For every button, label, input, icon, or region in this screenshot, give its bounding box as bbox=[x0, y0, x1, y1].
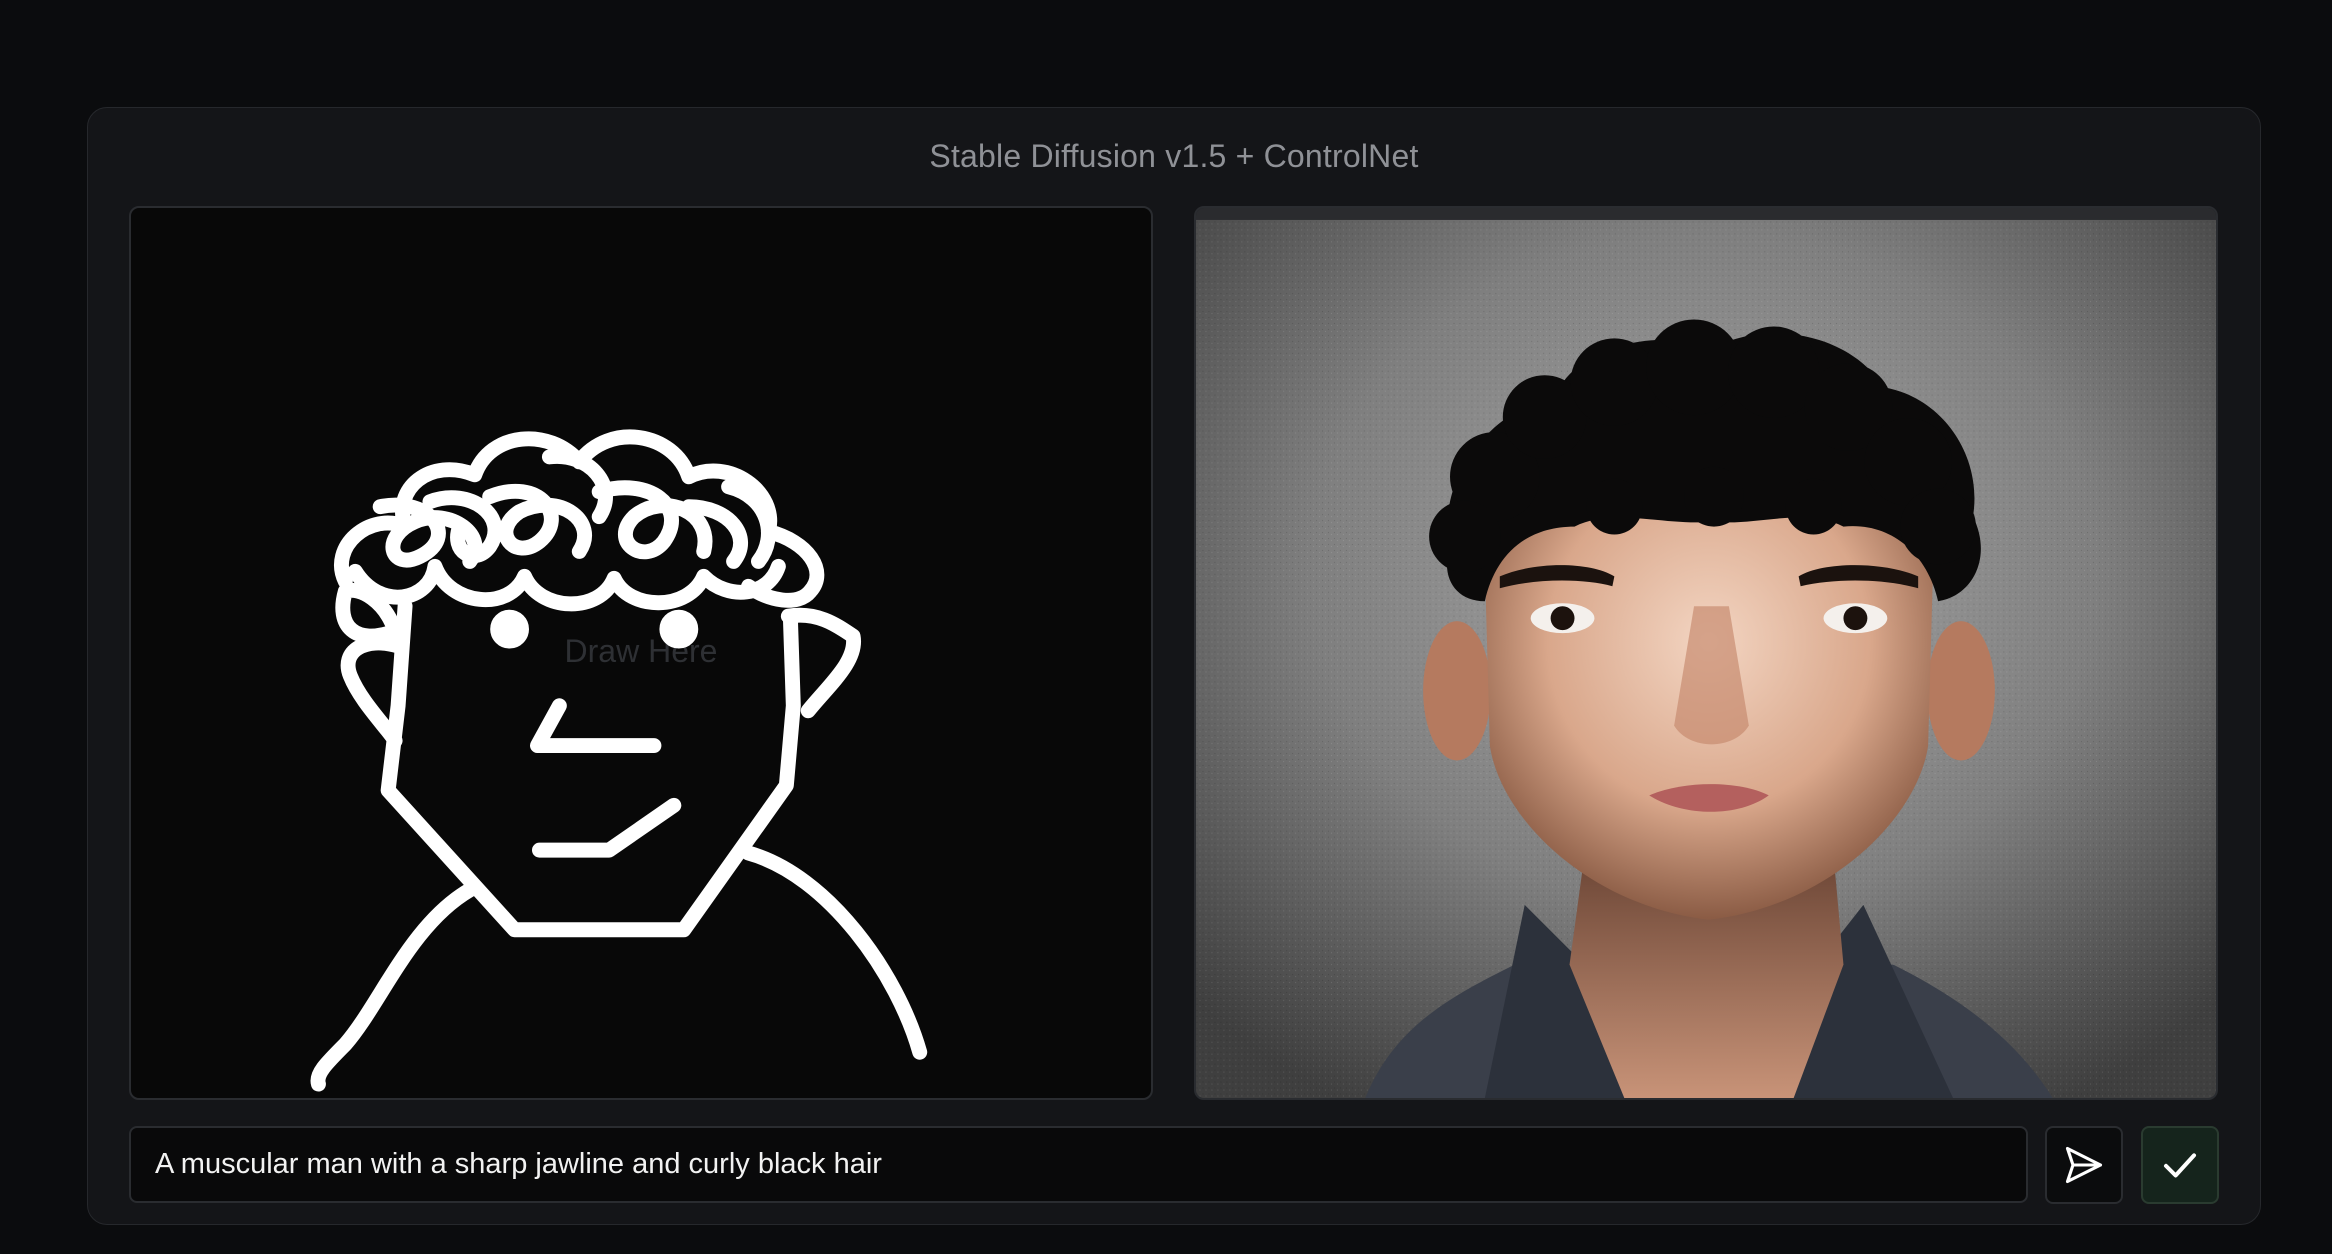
generated-portrait-image bbox=[1196, 208, 2216, 1098]
confirm-button[interactable] bbox=[2141, 1126, 2219, 1204]
app-title: Stable Diffusion v1.5 + ControlNet bbox=[929, 138, 1419, 174]
app-card: Stable Diffusion v1.5 + ControlNet Draw … bbox=[87, 107, 2261, 1225]
check-icon bbox=[2163, 1153, 2197, 1178]
generated-image bbox=[1194, 206, 2218, 1100]
send-button[interactable] bbox=[2045, 1126, 2123, 1204]
prompt-input[interactable] bbox=[129, 1126, 2028, 1203]
send-icon bbox=[2065, 1146, 2103, 1184]
sketch-drawing bbox=[310, 429, 928, 1092]
drawing-canvas[interactable]: Draw Here bbox=[129, 206, 1153, 1100]
